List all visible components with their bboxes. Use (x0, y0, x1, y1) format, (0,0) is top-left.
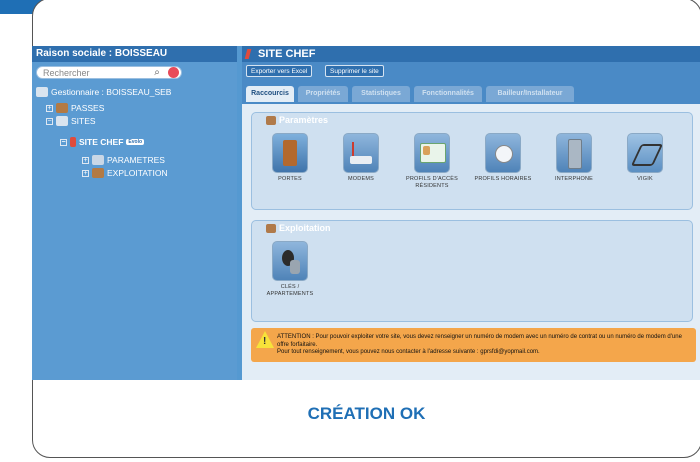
collapse-icon[interactable]: − (60, 138, 67, 146)
tree-item-passes[interactable]: + PASSES (46, 102, 104, 114)
site-toolbar: Exporter vers Excel Supprimer le site (242, 62, 700, 80)
modem-icon (343, 133, 379, 173)
shortcut-label: Portes (278, 176, 302, 182)
shortcut-label: Clés / Appartements (266, 284, 314, 297)
warning-banner: ! ATTENTION : Pour pouvoir exploiter vot… (251, 328, 696, 362)
tab-proprietes[interactable]: Propriétés (298, 86, 348, 102)
shortcut-label: Modems (348, 176, 374, 182)
tree-item-parametres[interactable]: + PARAMETRES (82, 154, 165, 166)
warning-line-1: ATTENTION : Pour pouvoir exploiter votre… (277, 334, 682, 348)
tree-item-label: PARAMETRES (107, 155, 165, 165)
settings-icon (92, 155, 104, 165)
tree-item-label: Gestionnaire : BOISSEAU_SEB (51, 87, 172, 97)
section-title: Paramètres (266, 115, 328, 126)
shortcut-modems[interactable]: Modems (329, 133, 393, 183)
company-name-header: Raison sociale : BOISSEAU (32, 46, 237, 62)
keys-icon (92, 168, 104, 178)
tab-raccourcis[interactable]: Raccourcis (246, 86, 294, 102)
tab-statistiques[interactable]: Statistiques (352, 86, 410, 102)
shortcut-profils-acces[interactable]: Profils d'accès Résidents (400, 133, 464, 190)
tree-item-label: SITES (71, 116, 96, 126)
shortcut-label: Profils horaires (474, 176, 532, 182)
vigik-icon (627, 133, 664, 173)
tab-bar: Raccourcis Propriétés Statistiques Fonct… (242, 80, 700, 104)
export-excel-button[interactable]: Exporter vers Excel (246, 65, 313, 77)
tree-item-sites[interactable]: − SITES (46, 115, 96, 127)
keys-icon (56, 103, 68, 113)
shortcut-label: Profils d'accès Résidents (405, 176, 459, 189)
site-badge: Evolo (126, 139, 145, 145)
site-flag-icon (70, 137, 76, 147)
tab-fonctionnalites[interactable]: Fonctionnalités (414, 86, 482, 102)
buildings-icon (56, 116, 68, 126)
shortcut-cles-appartements[interactable]: Clés / Appartements (258, 241, 322, 298)
tree-item-exploitation[interactable]: + EXPLOITATION (82, 167, 168, 179)
shortcut-label: Interphone (554, 176, 594, 182)
collapse-icon[interactable]: − (46, 117, 53, 125)
shortcut-label: VIGIK (637, 176, 653, 182)
tree-item-label: EXPLOITATION (107, 168, 168, 178)
site-flag-icon (244, 49, 252, 59)
keys-icon (266, 224, 276, 234)
expand-icon[interactable]: + (46, 104, 53, 112)
clock-icon (485, 133, 521, 173)
site-title: SITE CHEF (258, 48, 316, 60)
tree-item-gestionnaire[interactable]: Gestionnaire : BOISSEAU_SEB (36, 86, 171, 98)
section-title: Exploitation (266, 223, 331, 234)
shortcut-profils-horaires[interactable]: Profils horaires (471, 133, 535, 183)
warning-text: ATTENTION : Pour pouvoir exploiter votre… (277, 334, 692, 357)
delete-site-button[interactable]: Supprimer le site (325, 65, 384, 77)
intercom-icon (556, 133, 592, 173)
result-caption: CRÉATION OK (307, 404, 426, 423)
warning-icon-mark: ! (263, 336, 267, 347)
site-title-bar: SITE CHEF (242, 46, 700, 62)
search-icon[interactable]: ⌕ (150, 66, 164, 79)
settings-icon (266, 116, 276, 126)
tree-item-site-chef[interactable]: − SITE CHEF Evolo (60, 136, 145, 148)
id-card-icon (414, 133, 450, 173)
tree-item-label: SITE CHEF (79, 137, 124, 147)
expand-icon[interactable]: + (82, 169, 89, 177)
door-icon (272, 133, 308, 173)
parametres-section: Paramètres Portes Modems (251, 112, 693, 210)
site-detail-panel: SITE CHEF Exporter vers Excel Supprimer … (242, 46, 700, 380)
warning-line-2: Pour tout renseignement, vous pouvez nou… (277, 349, 540, 355)
clear-search-icon[interactable] (168, 67, 179, 78)
sidebar-tree-panel: Raison sociale : BOISSEAU Rechercher ⌕ G… (32, 46, 237, 380)
app-screenshot: Raison sociale : BOISSEAU Rechercher ⌕ G… (32, 46, 700, 380)
tree-item-label: PASSES (71, 103, 105, 113)
buildings-icon (36, 87, 48, 97)
shortcut-interphone[interactable]: Interphone (542, 133, 606, 183)
exploitation-section: Exploitation Clés / Appartements (251, 220, 693, 322)
keys-icon (272, 241, 308, 281)
tab-bailleur-installateur[interactable]: Bailleur/Installateur (486, 86, 574, 102)
shortcut-vigik[interactable]: VIGIK (613, 133, 677, 183)
shortcut-portes[interactable]: Portes (258, 133, 322, 183)
expand-icon[interactable]: + (82, 156, 89, 164)
